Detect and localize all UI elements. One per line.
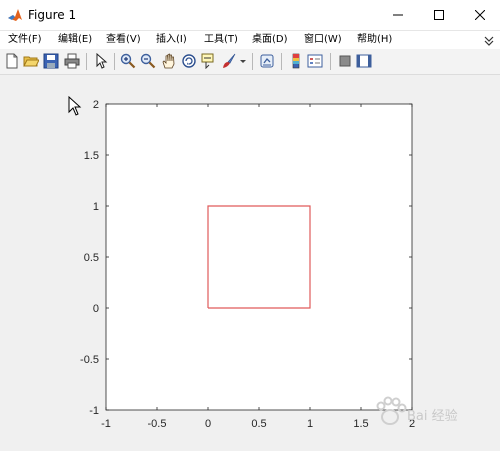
y-tick-label: 0 [93,303,99,315]
x-tick-label: 1 [307,418,313,430]
y-tick-label: 2 [93,99,99,111]
x-tick-label: -1 [101,418,111,430]
mouse-cursor-icon [68,96,82,116]
y-tick-label: 1 [93,201,99,213]
y-tick-label: 1.5 [84,150,99,162]
paw-logo-icon [376,396,407,425]
axes-background[interactable] [105,103,413,411]
x-tick-label: 0.5 [251,418,266,430]
y-tick-label: -0.5 [80,354,99,366]
watermark: Bai 经验 [373,393,495,433]
axes-plot: -1 -0.5 0 0.5 1 1.5 2-1-0.500.511.52 [80,99,415,430]
x-tick-label: 0 [205,418,211,430]
y-tick-label: -1 [89,405,99,417]
watermark-text: Bai 经验 [407,409,458,424]
x-tick-label: 1.5 [353,418,368,430]
y-tick-label: 0.5 [84,252,99,264]
x-tick-label: -0.5 [148,418,167,430]
